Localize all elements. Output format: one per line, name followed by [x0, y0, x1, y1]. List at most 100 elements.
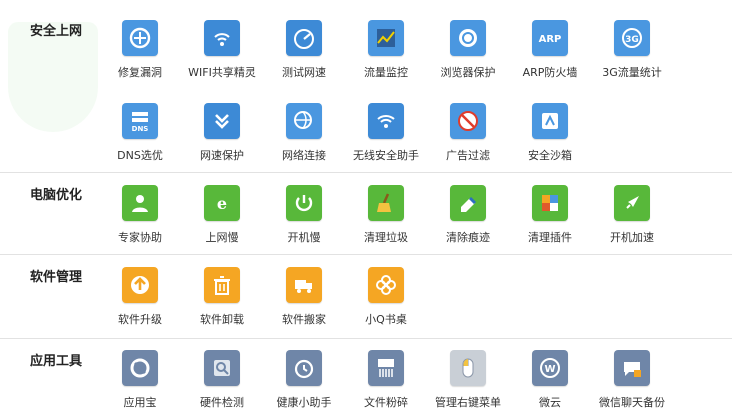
tool-label: ARP防火墙 — [522, 66, 578, 79]
tool-label: 安全沙箱 — [528, 149, 572, 162]
tool-tile[interactable]: 硬件检测 — [181, 350, 263, 420]
tool-label: 文件粉碎 — [364, 396, 408, 409]
tool-tile[interactable]: 网速保护 — [181, 103, 263, 173]
shredder-icon — [368, 350, 404, 386]
tool-label: 软件卸载 — [200, 313, 244, 326]
expert-icon — [122, 185, 158, 221]
tool-label: 无线安全助手 — [353, 149, 419, 162]
eraser-icon — [450, 185, 486, 221]
tool-label: WIFI共享精灵 — [188, 66, 256, 79]
tool-label: 微信聊天备份 — [599, 396, 665, 409]
tool-tile[interactable]: 修复漏洞 — [99, 20, 181, 90]
mouse-icon — [450, 350, 486, 386]
magnifier-icon — [204, 350, 240, 386]
svg-text:W: W — [544, 364, 555, 375]
tool-label: 健康小助手 — [276, 396, 332, 409]
ad-block-icon — [450, 103, 486, 139]
browser-protect-icon — [450, 20, 486, 56]
tool-label: 开机慢 — [287, 231, 321, 244]
tool-tile[interactable]: 清理垃圾 — [345, 185, 427, 255]
tool-label: 微云 — [539, 396, 561, 409]
tool-label: 广告过滤 — [446, 149, 490, 162]
double-chevron-icon — [204, 103, 240, 139]
tool-tile[interactable]: 软件卸载 — [181, 267, 263, 337]
tool-tile[interactable]: 软件升级 — [99, 267, 181, 337]
trash-icon — [204, 267, 240, 303]
tool-label: 清理垃圾 — [364, 231, 408, 244]
ie-slow-icon: e — [204, 185, 240, 221]
tool-label: 上网慢 — [205, 231, 239, 244]
section-title-software: 软件管理 — [30, 270, 83, 285]
tool-tile[interactable]: 软件搬家 — [263, 267, 345, 337]
tool-tile[interactable]: 开机加速 — [591, 185, 673, 255]
tool-tile[interactable]: 流量监控 — [345, 20, 427, 90]
tool-tile[interactable]: 无线安全助手 — [345, 103, 427, 173]
section-title-tools: 应用工具 — [30, 354, 83, 369]
tool-tile[interactable]: 开机慢 — [263, 185, 345, 255]
wifi-shield-icon — [368, 103, 404, 139]
tool-tile[interactable]: 小Q书桌 — [345, 267, 427, 337]
tool-tile[interactable]: 微信聊天备份 — [591, 350, 673, 420]
3g-icon: 3G — [614, 20, 650, 56]
wifi-share-icon — [204, 20, 240, 56]
app-store-icon — [122, 350, 158, 386]
tool-tile[interactable]: e 上网慢 — [181, 185, 263, 255]
tool-tile[interactable]: DNS DNS选优 — [99, 103, 181, 173]
chat-backup-icon — [614, 350, 650, 386]
tool-label: 网络连接 — [282, 149, 326, 162]
tool-tile[interactable]: 文件粉碎 — [345, 350, 427, 420]
tool-tile[interactable]: 测试网速 — [263, 20, 345, 90]
section-title-security: 安全上网 — [30, 24, 83, 39]
globe-link-icon — [286, 103, 322, 139]
tool-label: DNS选优 — [117, 149, 163, 162]
tool-label: 测试网速 — [282, 66, 326, 79]
svg-text:3G: 3G — [625, 35, 639, 45]
rocket-icon — [614, 185, 650, 221]
tool-label: 流量监控 — [364, 66, 408, 79]
speedometer-icon — [286, 20, 322, 56]
tool-label: 修复漏洞 — [118, 66, 162, 79]
tool-label: 清除痕迹 — [446, 231, 490, 244]
broom-icon — [368, 185, 404, 221]
puzzle-icon — [532, 185, 568, 221]
tool-tile[interactable]: 浏览器保护 — [427, 20, 509, 90]
power-slow-icon — [286, 185, 322, 221]
dns-icon: DNS — [122, 103, 158, 139]
svg-text:e: e — [217, 194, 227, 213]
upgrade-arrow-icon — [122, 267, 158, 303]
tool-label: 软件搬家 — [282, 313, 326, 326]
svg-text:ARP: ARP — [539, 34, 562, 45]
tool-tile[interactable]: 3G 3G流量统计 — [591, 20, 673, 90]
tool-label: 清理插件 — [528, 231, 572, 244]
tool-label: 软件升级 — [118, 313, 162, 326]
tool-tile[interactable]: 专家协助 — [99, 185, 181, 255]
repair-icon — [122, 20, 158, 56]
tool-tile[interactable]: WIFI共享精灵 — [181, 20, 263, 90]
tool-label: 3G流量统计 — [602, 66, 662, 79]
tool-tile[interactable]: 网络连接 — [263, 103, 345, 173]
tool-tile[interactable]: 广告过滤 — [427, 103, 509, 173]
tool-label: 浏览器保护 — [440, 66, 496, 79]
tool-tile[interactable]: ARP ARP防火墙 — [509, 20, 591, 90]
tool-tile[interactable]: 管理右键菜单 — [427, 350, 509, 420]
tool-label: 管理右键菜单 — [435, 396, 501, 409]
tool-label: 硬件检测 — [200, 396, 244, 409]
tool-tile[interactable]: 健康小助手 — [263, 350, 345, 420]
tool-label: 开机加速 — [610, 231, 654, 244]
section-title-pc-optimize: 电脑优化 — [30, 188, 83, 203]
tool-label: 小Q书桌 — [365, 313, 407, 326]
tool-label: 专家协助 — [118, 231, 162, 244]
tool-tile[interactable]: 清除痕迹 — [427, 185, 509, 255]
tool-tile[interactable]: 清理插件 — [509, 185, 591, 255]
tool-label: 网速保护 — [200, 149, 244, 162]
flower-icon — [368, 267, 404, 303]
svg-text:DNS: DNS — [132, 125, 149, 133]
tool-tile[interactable]: 安全沙箱 — [509, 103, 591, 173]
tool-label: 应用宝 — [123, 396, 157, 409]
tool-tile[interactable]: W 微云 — [509, 350, 591, 420]
traffic-chart-icon — [368, 20, 404, 56]
arp-firewall-icon: ARP — [532, 20, 568, 56]
sandbox-icon — [532, 103, 568, 139]
tool-tile[interactable]: 应用宝 — [99, 350, 181, 420]
truck-icon — [286, 267, 322, 303]
